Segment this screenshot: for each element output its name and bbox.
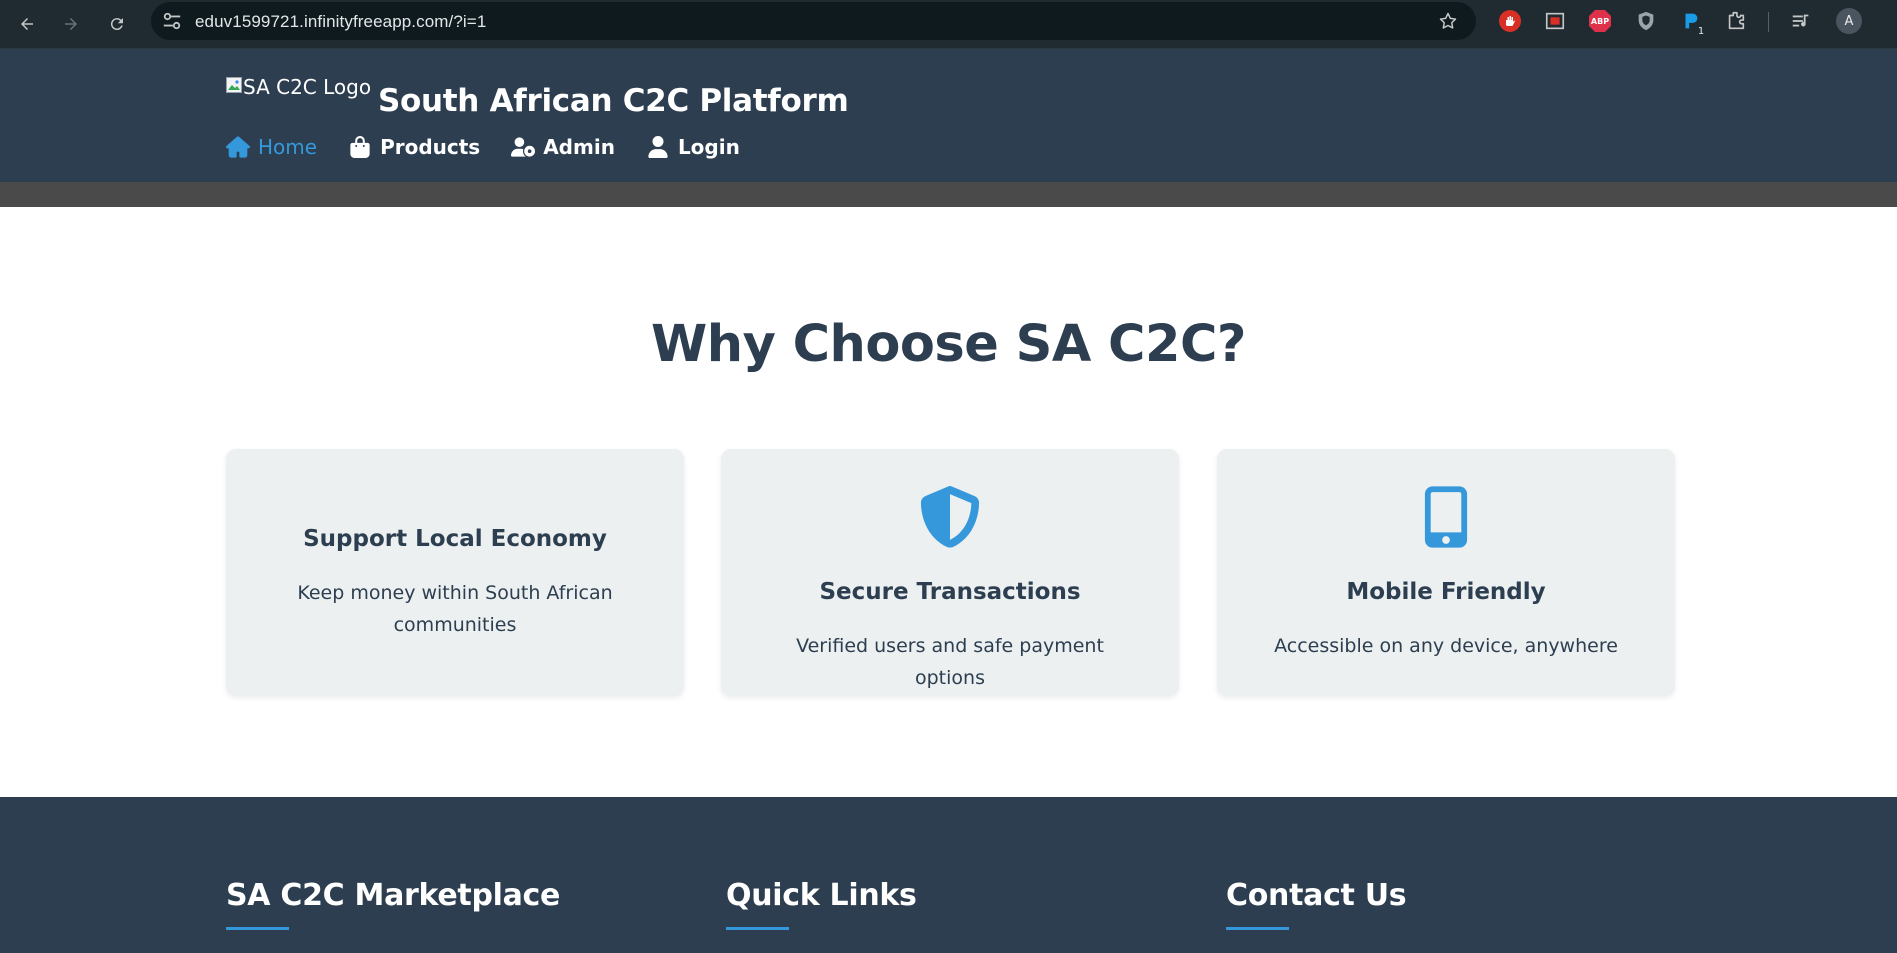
- extension-shield-icon[interactable]: [1634, 9, 1658, 33]
- media-controls-icon[interactable]: [1789, 9, 1813, 33]
- arrow-left-icon: [21, 18, 33, 30]
- footer-heading-underline: [726, 927, 789, 930]
- footer-heading: Contact Us: [1226, 878, 1407, 913]
- user-icon: [648, 136, 668, 158]
- abp-label: ABP: [1590, 16, 1610, 26]
- nav-products-label: Products: [380, 135, 481, 159]
- hero-banner-edge: [0, 182, 1897, 207]
- feature-card-text: Accessible on any device, anywhere: [1274, 635, 1618, 657]
- broken-image-icon: [226, 77, 242, 93]
- site-header: SA C2C Logo South African C2C Platform H…: [0, 49, 1897, 182]
- bookmark-star-icon[interactable]: [1438, 11, 1458, 31]
- features-title: Why Choose SA C2C?: [651, 315, 1246, 374]
- extensions-puzzle-icon[interactable]: [1724, 9, 1748, 33]
- address-bar[interactable]: eduv1599721.infinityfreeapp.com/?i=1: [151, 2, 1476, 40]
- nav-admin[interactable]: Admin: [511, 135, 615, 159]
- mobile-icon: [1217, 486, 1675, 548]
- shield-icon: [721, 486, 1179, 548]
- feature-card-local-economy: Support Local Economy Keep money within …: [226, 449, 684, 696]
- feature-card-title: Mobile Friendly: [1346, 579, 1546, 605]
- browser-toolbar: eduv1599721.infinityfreeapp.com/?i=1 ABP…: [0, 0, 1897, 49]
- feature-card-text: Keep money within South African communit…: [297, 582, 613, 636]
- user-gear-icon: [511, 137, 536, 157]
- footer-col-contact: Contact Us: [1226, 878, 1407, 930]
- extension-badge: 1: [1694, 24, 1708, 38]
- home-icon: [226, 136, 250, 158]
- nav-login-label: Login: [677, 135, 740, 159]
- feature-card-secure: Secure Transactions Verified users and s…: [721, 449, 1179, 696]
- nav-home[interactable]: Home: [226, 135, 317, 159]
- feature-card-mobile: Mobile Friendly Accessible on any device…: [1217, 449, 1675, 696]
- main-nav: Home Products Admin Login: [226, 135, 771, 159]
- site-footer: SA C2C Marketplace Quick Links Contact U…: [0, 797, 1897, 953]
- nav-home-label: Home: [258, 135, 318, 159]
- feature-card-text: Verified users and safe payment options: [796, 635, 1104, 689]
- profile-avatar[interactable]: A: [1836, 8, 1862, 34]
- url-text[interactable]: eduv1599721.infinityfreeapp.com/?i=1: [195, 12, 486, 32]
- nav-login[interactable]: Login: [646, 135, 740, 159]
- extension-stop-hand-icon[interactable]: [1498, 9, 1522, 33]
- reload-button[interactable]: [101, 8, 133, 40]
- nav-admin-label: Admin: [543, 135, 615, 159]
- forward-button[interactable]: [55, 8, 87, 40]
- footer-col-marketplace: SA C2C Marketplace: [226, 878, 560, 930]
- feature-card-title: Support Local Economy: [303, 526, 607, 552]
- extension-video-icon[interactable]: [1543, 9, 1567, 33]
- extension-abp-icon[interactable]: ABP: [1588, 9, 1612, 33]
- shopping-bag-icon: [350, 136, 370, 158]
- site-title: South African C2C Platform: [378, 83, 849, 119]
- reload-icon: [110, 18, 123, 31]
- extension-blue-icon[interactable]: 1: [1679, 9, 1708, 38]
- footer-heading-underline: [1226, 927, 1289, 930]
- back-button[interactable]: [11, 8, 43, 40]
- site-logo[interactable]: SA C2C Logo: [226, 75, 371, 99]
- footer-heading: SA C2C Marketplace: [226, 878, 561, 913]
- footer-heading: Quick Links: [726, 878, 917, 913]
- footer-heading-underline: [226, 927, 289, 930]
- logo-alt-text: SA C2C Logo: [243, 75, 372, 99]
- toolbar-divider: [1768, 12, 1769, 32]
- arrow-right-icon: [65, 18, 77, 30]
- site-settings-icon: [163, 12, 181, 30]
- footer-col-quick-links: Quick Links: [726, 878, 917, 930]
- nav-products[interactable]: Products: [348, 135, 480, 159]
- feature-card-title: Secure Transactions: [819, 579, 1081, 605]
